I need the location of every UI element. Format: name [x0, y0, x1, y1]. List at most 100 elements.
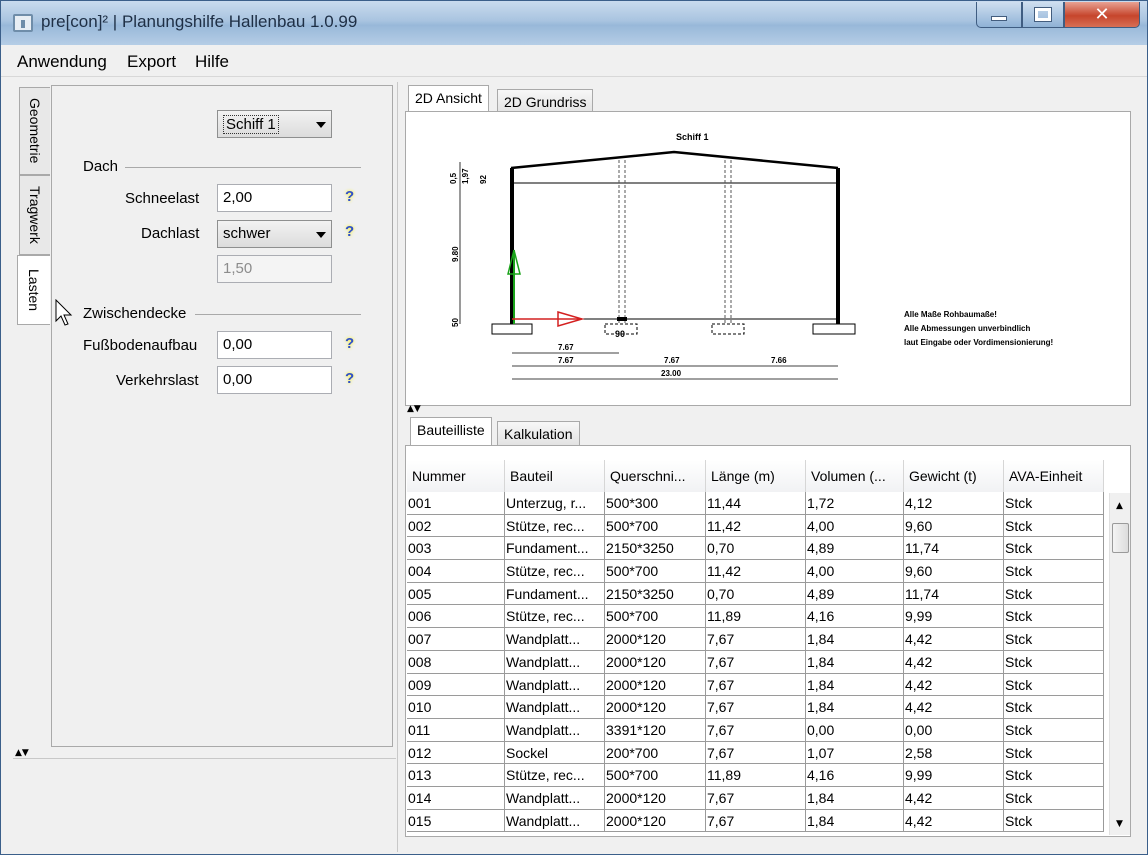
table-cell[interactable]: 005 — [407, 582, 505, 606]
table-cell[interactable]: 2000*120 — [605, 786, 706, 810]
table-row[interactable]: 008 Wandplatt... 2000*120 7,67 1,84 4,42 Stck — [407, 650, 1104, 674]
help-icon[interactable]: ? — [345, 223, 363, 241]
verkehrslast-input[interactable]: 0,00 — [217, 366, 332, 394]
splitter-arrows-icon[interactable]: ▲▼ — [407, 404, 421, 414]
table-cell[interactable]: 500*700 — [605, 605, 706, 629]
col-header-bauteil[interactable]: Bauteil — [505, 460, 605, 492]
table-cell[interactable]: Wandplatt... — [505, 696, 605, 719]
table-row[interactable]: 010 Wandplatt... 2000*120 7,67 1,84 4,42 Stck — [407, 696, 1104, 719]
table-row[interactable]: 005 Fundament... 2150*3250 0,70 4,89 11,74 Stc… — [407, 582, 1104, 606]
table-cell[interactable]: Stck — [1004, 492, 1104, 515]
table-cell[interactable]: 7,67 — [706, 741, 806, 765]
table-cell[interactable]: Stck — [1004, 605, 1104, 629]
table-cell[interactable]: 009 — [407, 673, 505, 697]
table-cell[interactable]: 4,42 — [904, 628, 1004, 651]
table-cell[interactable]: 4,00 — [806, 514, 904, 538]
table-cell[interactable]: 001 — [407, 492, 505, 515]
table-row[interactable]: 001 Unterzug, r... 500*300 11,44 1,72 4,12 Stc… — [407, 492, 1104, 515]
table-row[interactable]: 003 Fundament... 2150*3250 0,70 4,89 11,74 Stc… — [407, 537, 1104, 561]
table-cell[interactable]: 11,74 — [904, 537, 1004, 561]
col-header-ava[interactable]: AVA-Einheit — [1004, 460, 1104, 492]
table-cell[interactable]: 4,42 — [904, 786, 1004, 810]
table-cell[interactable]: Stck — [1004, 786, 1104, 810]
help-icon[interactable]: ? — [345, 335, 363, 353]
table-scrollbar[interactable]: ▲ ▼ — [1109, 493, 1130, 835]
table-cell[interactable]: 015 — [407, 809, 505, 833]
table-cell[interactable]: 4,42 — [904, 696, 1004, 719]
schneelast-input[interactable]: 2,00 — [217, 184, 332, 212]
table-cell[interactable]: 9,60 — [904, 514, 1004, 538]
table-cell[interactable]: Stck — [1004, 514, 1104, 538]
tab-kalkulation[interactable]: Kalkulation — [497, 421, 580, 446]
table-cell[interactable]: 4,42 — [904, 650, 1004, 674]
table-cell[interactable]: Wandplatt... — [505, 628, 605, 651]
table-cell[interactable]: 200*700 — [605, 741, 706, 765]
table-cell[interactable]: Stck — [1004, 560, 1104, 583]
table-cell[interactable]: 0,70 — [706, 537, 806, 561]
table-cell[interactable]: Unterzug, r... — [505, 492, 605, 515]
table-cell[interactable]: Stck — [1004, 809, 1104, 833]
table-cell[interactable]: 2000*120 — [605, 628, 706, 651]
table-cell[interactable]: 0,00 — [904, 718, 1004, 742]
tab-geometrie[interactable]: Geometrie — [19, 87, 50, 175]
table-cell[interactable]: Wandplatt... — [505, 650, 605, 674]
table-cell[interactable]: Stck — [1004, 537, 1104, 561]
table-row[interactable]: 015 Wandplatt... 2000*120 7,67 1,84 4,42 Stck — [407, 809, 1104, 833]
table-cell[interactable]: 11,42 — [706, 560, 806, 583]
table-cell[interactable]: Stck — [1004, 628, 1104, 651]
table-cell[interactable]: Stütze, rec... — [505, 764, 605, 787]
table-cell[interactable]: 7,67 — [706, 650, 806, 674]
table-cell[interactable]: 4,16 — [806, 605, 904, 629]
table-cell[interactable]: Fundament... — [505, 537, 605, 561]
table-cell[interactable]: 2,58 — [904, 741, 1004, 765]
scrollbar-thumb[interactable] — [1112, 523, 1129, 553]
table-cell[interactable]: Stck — [1004, 673, 1104, 697]
table-cell[interactable]: 006 — [407, 605, 505, 629]
table-cell[interactable]: 1,84 — [806, 786, 904, 810]
table-cell[interactable]: 9,99 — [904, 605, 1004, 629]
table-cell[interactable]: 2150*3250 — [605, 582, 706, 606]
table-cell[interactable]: 4,89 — [806, 582, 904, 606]
scroll-down-icon[interactable]: ▼ — [1116, 819, 1123, 829]
table-cell[interactable]: 007 — [407, 628, 505, 651]
menu-hilfe[interactable]: Hilfe — [195, 52, 229, 72]
table-cell[interactable]: 7,67 — [706, 786, 806, 810]
table-cell[interactable]: Sockel — [505, 741, 605, 765]
table-cell[interactable]: 7,67 — [706, 809, 806, 833]
col-header-querschnitt[interactable]: Querschni... — [605, 460, 706, 492]
table-cell[interactable]: 008 — [407, 650, 505, 674]
table-cell[interactable]: Fundament... — [505, 582, 605, 606]
help-icon[interactable]: ? — [345, 370, 363, 388]
table-cell[interactable]: 4,00 — [806, 560, 904, 583]
table-cell[interactable]: 7,67 — [706, 718, 806, 742]
table-cell[interactable]: 11,89 — [706, 764, 806, 787]
scroll-up-icon[interactable]: ▲ — [1116, 501, 1123, 511]
close-button[interactable]: ✕ — [1064, 2, 1140, 28]
table-cell[interactable]: 2000*120 — [605, 809, 706, 833]
table-cell[interactable]: Stck — [1004, 718, 1104, 742]
table-cell[interactable]: 4,16 — [806, 764, 904, 787]
table-row[interactable]: 009 Wandplatt... 2000*120 7,67 1,84 4,42 Stck — [407, 673, 1104, 697]
table-cell[interactable]: 014 — [407, 786, 505, 810]
ship-select[interactable]: Schiff 1 — [217, 110, 332, 138]
help-icon[interactable]: ? — [345, 188, 363, 206]
table-cell[interactable]: 7,67 — [706, 673, 806, 697]
vertical-splitter[interactable] — [397, 82, 403, 852]
table-cell[interactable]: 9,60 — [904, 560, 1004, 583]
col-header-volumen[interactable]: Volumen (... — [806, 460, 904, 492]
table-cell[interactable]: 11,74 — [904, 582, 1004, 606]
table-cell[interactable]: 1,84 — [806, 628, 904, 651]
table-cell[interactable]: 012 — [407, 741, 505, 765]
col-header-nummer[interactable]: Nummer — [407, 460, 505, 492]
table-cell[interactable]: 4,12 — [904, 492, 1004, 515]
table-cell[interactable]: 011 — [407, 718, 505, 742]
menu-anwendung[interactable]: Anwendung — [17, 52, 107, 72]
table-cell[interactable]: 1,84 — [806, 809, 904, 833]
table-cell[interactable]: 9,99 — [904, 764, 1004, 787]
table-cell[interactable]: Stck — [1004, 650, 1104, 674]
table-cell[interactable]: Stütze, rec... — [505, 605, 605, 629]
table-cell[interactable]: Wandplatt... — [505, 673, 605, 697]
table-row[interactable]: 014 Wandplatt... 2000*120 7,67 1,84 4,42 Stck — [407, 786, 1104, 810]
maximize-button[interactable] — [1022, 2, 1064, 28]
table-cell[interactable]: 1,84 — [806, 696, 904, 719]
